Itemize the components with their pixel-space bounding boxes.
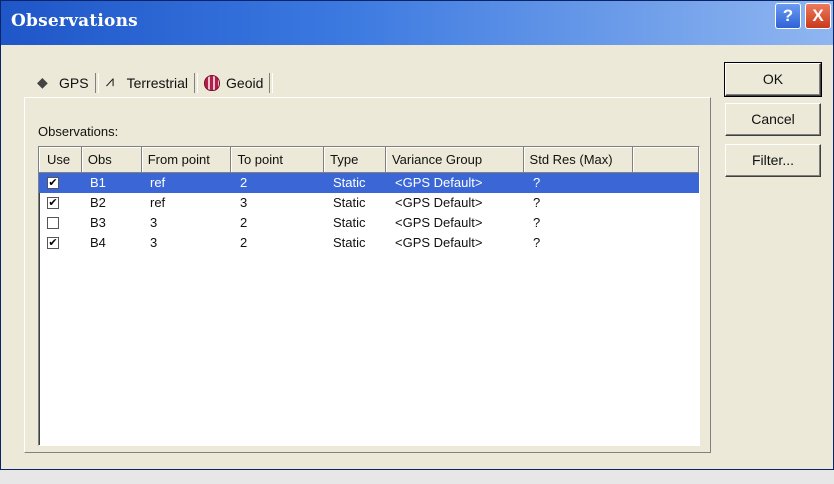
cell-from-point: 3 <box>150 215 158 230</box>
tab-gps[interactable]: GPS <box>31 69 95 97</box>
tab-gps-label: GPS <box>59 75 89 91</box>
ok-button[interactable]: OK <box>724 62 822 97</box>
list-header: Use Obs From point To point Type Varianc… <box>39 147 699 173</box>
help-button[interactable]: ? <box>775 3 801 29</box>
cell-to-point: 2 <box>240 175 248 190</box>
observations-list[interactable]: Use Obs From point To point Type Varianc… <box>38 146 700 446</box>
cell-std-res: ? <box>533 175 541 190</box>
use-checkbox[interactable]: ✔ <box>47 176 59 189</box>
cell-type: Static <box>333 175 366 190</box>
cell-type: Static <box>333 215 366 230</box>
cell-to-point: 3 <box>240 195 248 210</box>
cell-from-point: ref <box>150 175 166 190</box>
tab-terrestrial-label: Terrestrial <box>126 75 189 91</box>
observations-label: Observations: <box>38 124 119 139</box>
cell-std-res: ? <box>533 215 541 230</box>
table-row[interactable]: ✔ B4 3 2 Static <GPS Default> ? <box>39 233 699 253</box>
observations-dialog: Observations ? X GPS Terrestrial Geoid O… <box>0 0 834 470</box>
window-title: Observations <box>11 11 138 31</box>
cell-std-res: ? <box>533 235 541 250</box>
close-icon: X <box>812 6 824 25</box>
column-header-std-res[interactable]: Std Res (Max) <box>523 147 634 173</box>
cell-obs: B3 <box>90 215 106 230</box>
use-checkbox[interactable]: ✔ <box>47 196 59 209</box>
cancel-button[interactable]: Cancel <box>725 103 821 136</box>
help-icon: ? <box>782 6 794 25</box>
cell-from-point: ref <box>150 195 166 210</box>
cell-from-point: 3 <box>150 235 158 250</box>
cell-to-point: 2 <box>240 215 248 230</box>
column-header-variance-group[interactable]: Variance Group <box>385 147 524 173</box>
cell-std-res: ? <box>533 195 541 210</box>
column-header-from-point[interactable]: From point <box>141 147 232 173</box>
tab-strip: GPS Terrestrial Geoid <box>31 68 274 98</box>
column-header-use[interactable]: Use <box>39 147 82 173</box>
table-row[interactable]: ✔ B1 ref 2 Static <GPS Default> ? <box>39 173 699 193</box>
terrestrial-icon <box>105 73 121 91</box>
column-header-type[interactable]: Type <box>324 147 386 173</box>
geoid-icon <box>204 75 221 91</box>
use-checkbox[interactable] <box>47 216 59 229</box>
cell-to-point: 2 <box>240 235 248 250</box>
cell-variance-group: <GPS Default> <box>395 195 483 210</box>
tab-divider <box>269 73 274 93</box>
table-row[interactable]: ✔ B2 ref 3 Static <GPS Default> ? <box>39 193 699 213</box>
gps-icon <box>37 74 53 91</box>
cell-variance-group: <GPS Default> <box>395 235 483 250</box>
use-checkbox[interactable]: ✔ <box>47 236 59 249</box>
cell-variance-group: <GPS Default> <box>395 215 483 230</box>
title-bar[interactable]: Observations ? X <box>1 1 833 45</box>
cell-obs: B1 <box>90 175 106 190</box>
tab-terrestrial[interactable]: Terrestrial <box>99 71 194 95</box>
filter-button[interactable]: Filter... <box>725 144 821 177</box>
column-header-obs[interactable]: Obs <box>81 147 142 173</box>
tab-geoid-label: Geoid <box>226 75 264 91</box>
column-header-to-point[interactable]: To point <box>231 147 325 173</box>
column-header-filler <box>633 147 699 173</box>
cell-variance-group: <GPS Default> <box>395 175 483 190</box>
tab-geoid[interactable]: Geoid <box>198 71 269 95</box>
table-row[interactable]: B3 3 2 Static <GPS Default> ? <box>39 213 699 233</box>
cell-obs: B2 <box>90 195 106 210</box>
close-button[interactable]: X <box>805 3 831 29</box>
cell-type: Static <box>333 195 366 210</box>
cell-obs: B4 <box>90 235 106 250</box>
cell-type: Static <box>333 235 366 250</box>
